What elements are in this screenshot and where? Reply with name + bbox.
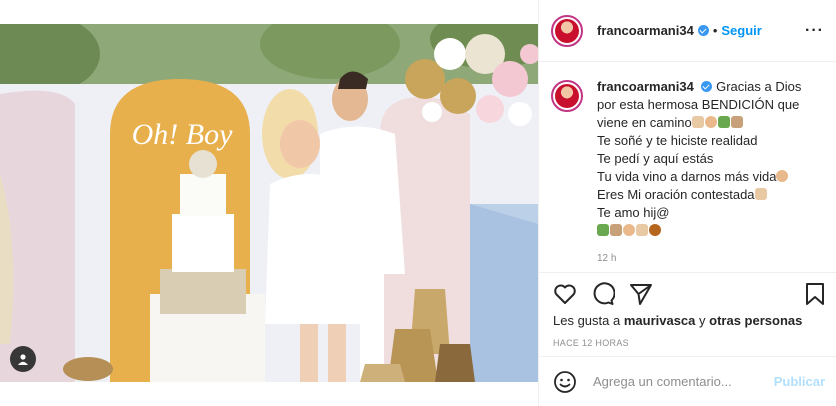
heart-outline-icon [554, 284, 576, 304]
caption-line-4: Tu vida vino a darnos más vida [597, 169, 777, 184]
comment-input[interactable] [591, 373, 774, 390]
post-photo-image: Oh! Boy [0, 24, 538, 382]
caption-line-2: Te soñé y te hiciste realidad [597, 133, 758, 148]
caption-time[interactable]: 12 h [597, 250, 817, 268]
likes-prefix: Les gusta a [553, 313, 621, 328]
verified-badge-icon [697, 25, 709, 36]
more-options-icon[interactable]: ··· [805, 22, 824, 40]
post-sidebar: francoarmani34 • Seguir ··· francoarmani… [538, 0, 836, 406]
share-button[interactable] [629, 282, 653, 306]
add-comment-bar: Publicar [539, 356, 836, 406]
bookmark-icon [806, 283, 824, 305]
likes-others-link[interactable]: otras personas [709, 313, 802, 328]
praying-hands-icon [636, 224, 648, 236]
header-separator: • [712, 23, 718, 38]
caption-line-6: Te amo hij@ [597, 205, 670, 220]
save-button[interactable] [805, 282, 825, 306]
oh-boy-sign: Oh! Boy [132, 118, 233, 151]
baby-icon [776, 170, 789, 182]
emoji-smiley-icon[interactable] [553, 370, 577, 394]
post-header: francoarmani34 • Seguir ··· [539, 0, 836, 62]
comment-bubble-icon [593, 282, 615, 305]
author-username[interactable]: francoarmani34 [597, 23, 694, 38]
like-button[interactable] [553, 283, 577, 305]
baby-icon [623, 224, 635, 236]
couple-icon [717, 116, 730, 128]
likes-connector: y [699, 313, 706, 328]
couple-icon [597, 224, 609, 236]
heart-icon [730, 116, 743, 128]
caption-body: francoarmani34 Gracias a Dios por esta h… [597, 78, 817, 268]
paper-plane-icon [630, 284, 652, 305]
instagram-post: Oh! Boy francoarmani34 • Seguir ··· fran… [0, 0, 836, 406]
tagged-users-button[interactable] [10, 346, 36, 372]
teddy-bear-icon [649, 224, 661, 236]
caption: francoarmani34 Gracias a Dios por esta h… [551, 78, 825, 268]
likes-summary: Les gusta a maurivasca y otras personas [553, 313, 825, 328]
caption-line-5: Eres Mi oración contestada [597, 187, 755, 202]
praying-hands-icon [754, 188, 767, 200]
comments-section: francoarmani34 Gracias a Dios por esta h… [539, 62, 836, 272]
follow-button[interactable]: Seguir [721, 23, 761, 38]
heart-icon [610, 224, 622, 236]
caption-username[interactable]: francoarmani34 [597, 79, 694, 94]
praying-hands-icon [691, 116, 704, 128]
person-icon [18, 354, 28, 365]
post-photo[interactable]: Oh! Boy [0, 24, 538, 382]
caption-line-3: Te pedí y aquí estás [597, 151, 714, 166]
comment-button[interactable] [591, 282, 615, 306]
post-actions: Les gusta a maurivasca y otras personas … [539, 272, 836, 356]
baby-icon [704, 116, 717, 128]
caption-verified-icon [701, 81, 713, 92]
caption-author-avatar[interactable] [551, 80, 583, 112]
publish-button[interactable]: Publicar [774, 374, 825, 389]
post-timestamp[interactable]: HACE 12 HORAS [553, 338, 825, 348]
likes-user-link[interactable]: maurivasca [624, 313, 696, 328]
author-avatar[interactable] [551, 14, 583, 47]
